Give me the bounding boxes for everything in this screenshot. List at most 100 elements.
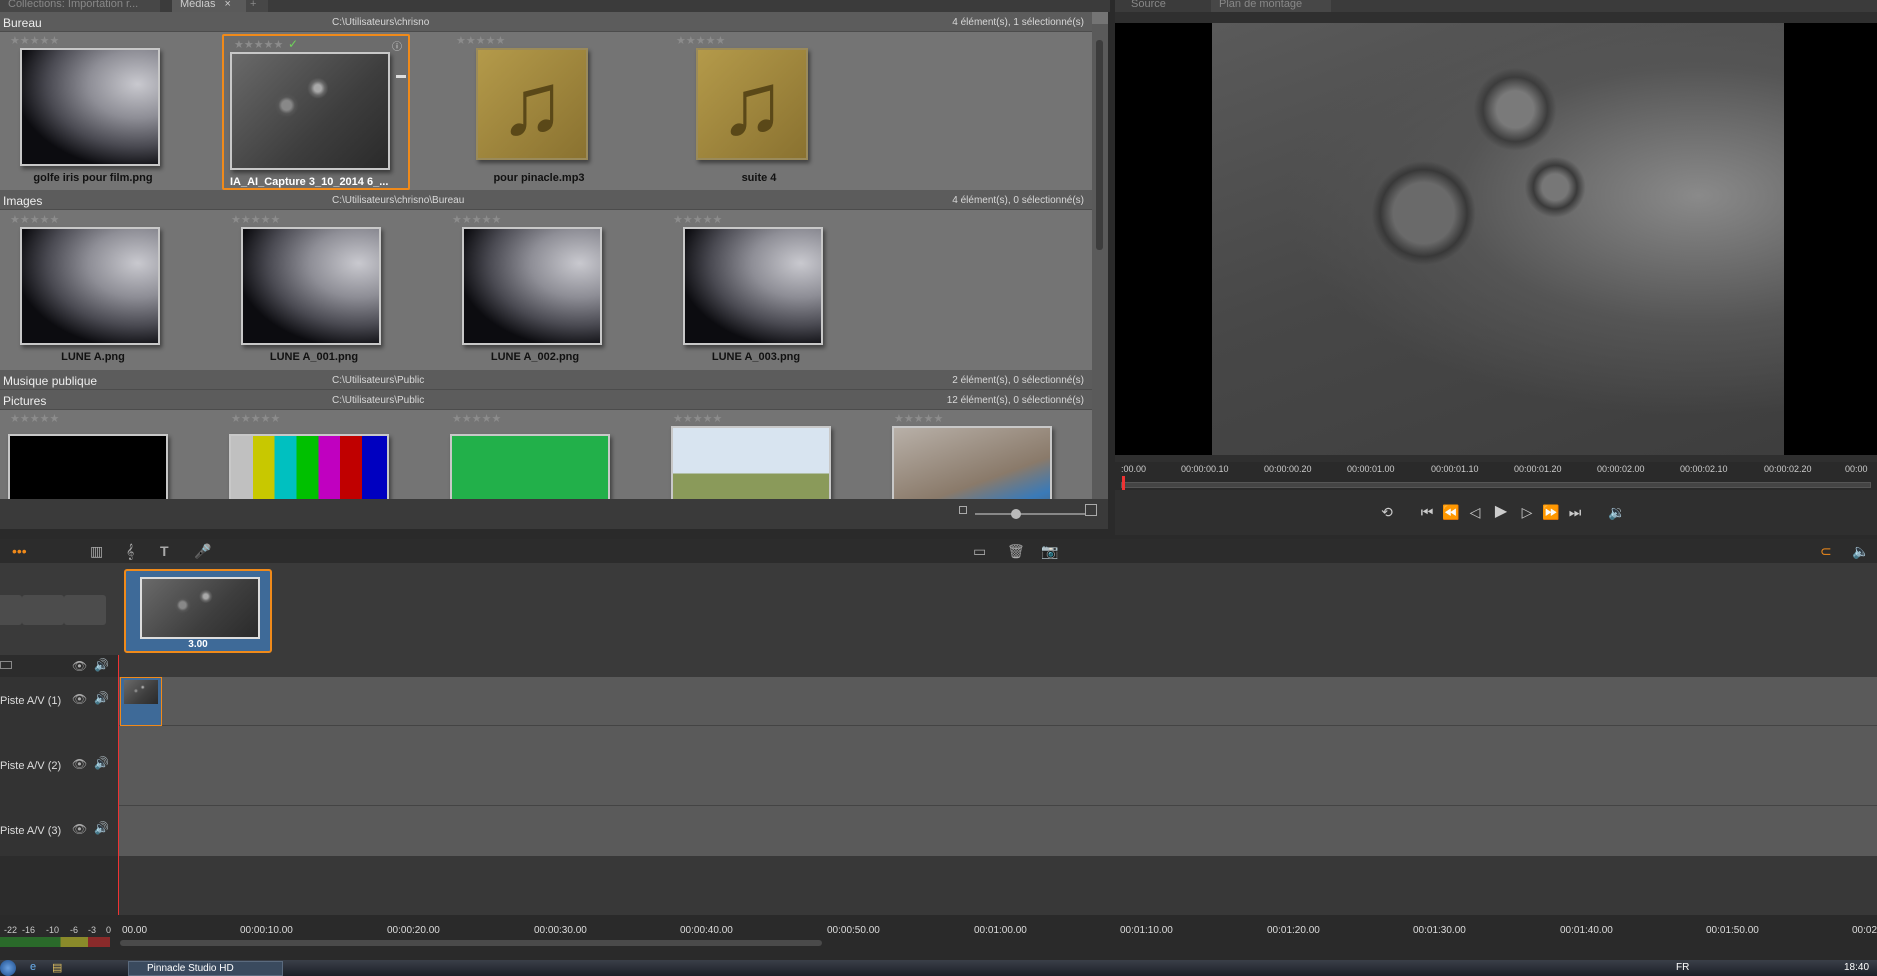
media-thumbnail bbox=[462, 227, 602, 345]
storyboard-clip[interactable]: 3.00 bbox=[124, 569, 272, 653]
track-3[interactable] bbox=[118, 806, 1877, 856]
rating-stars[interactable]: ★★★★★ bbox=[673, 213, 722, 226]
thumbnail-zoom-slider[interactable] bbox=[975, 509, 1085, 519]
scorefitter-icon[interactable]: 𝄞 bbox=[126, 542, 134, 560]
section-header-pictures[interactable]: Pictures C:\Utilisateurs\Public 12 éléme… bbox=[0, 390, 1092, 410]
eye-icon[interactable]: 👁 bbox=[72, 757, 87, 771]
media-item[interactable]: ★★★★★ bbox=[221, 410, 407, 499]
rating-stars[interactable]: ★★★★★ bbox=[452, 412, 501, 425]
go-to-end-icon[interactable]: ⏭ bbox=[1563, 500, 1587, 524]
timeline-scrollbar[interactable] bbox=[120, 940, 822, 946]
ruler-label: 00:00:02.10 bbox=[1680, 464, 1728, 474]
track-list-icon[interactable] bbox=[0, 661, 12, 669]
slider-handle[interactable] bbox=[1011, 509, 1021, 519]
rating-stars[interactable]: ★★★★★ bbox=[894, 412, 943, 425]
info-icon[interactable]: ⓘ bbox=[392, 38, 402, 53]
step-forward-icon[interactable]: ▷ bbox=[1515, 500, 1539, 524]
media-item[interactable]: ★★★★★ ♫ pour pinacle.mp3 bbox=[446, 32, 632, 186]
section-header-bureau[interactable]: Bureau C:\Utilisateurs\chrisno 4 élément… bbox=[0, 12, 1092, 32]
media-label: suite 4 bbox=[741, 172, 777, 184]
go-to-start-icon[interactable]: ⏮ bbox=[1415, 500, 1439, 524]
eye-icon[interactable]: 👁 bbox=[72, 692, 87, 706]
rating-stars[interactable]: ★★★★★ bbox=[452, 213, 501, 226]
player-ruler[interactable]: :00.00 00:00:00.10 00:00:00.20 00:00:01.… bbox=[1115, 462, 1877, 490]
rating-stars[interactable]: ★★★★★ bbox=[456, 34, 505, 47]
rating-stars[interactable]: ★★★★★ bbox=[10, 34, 59, 47]
section-header-musique[interactable]: Musique publique C:\Utilisateurs\Public … bbox=[0, 370, 1092, 390]
tab-source[interactable]: Source bbox=[1123, 0, 1203, 12]
tab-plan-de-montage[interactable]: Plan de montage bbox=[1211, 0, 1331, 12]
playhead[interactable] bbox=[1122, 476, 1125, 490]
more-options-icon[interactable]: ••• bbox=[12, 542, 27, 560]
previous-icon[interactable]: ⏪ bbox=[1439, 500, 1463, 524]
volume-icon[interactable]: 🔉 bbox=[1605, 500, 1629, 524]
add-tab-button[interactable]: + bbox=[246, 0, 268, 12]
scrub-bar[interactable] bbox=[1121, 482, 1871, 488]
eye-icon[interactable]: 👁 bbox=[72, 822, 87, 836]
speaker-icon[interactable]: 🔊 bbox=[94, 691, 109, 705]
title-icon[interactable]: T bbox=[160, 542, 169, 560]
language-indicator[interactable]: FR bbox=[1676, 962, 1689, 973]
media-item[interactable]: ★★★★★ bbox=[0, 410, 186, 499]
media-item[interactable]: ★★★★★ bbox=[884, 410, 1070, 499]
step-back-icon[interactable]: ◁ bbox=[1463, 500, 1487, 524]
track-1[interactable] bbox=[118, 677, 1877, 726]
rating-stars[interactable]: ★★★★★ bbox=[234, 38, 283, 51]
storyboard: 3.00 bbox=[0, 563, 1877, 655]
snapshot-camera-icon[interactable]: 📷 bbox=[1041, 542, 1058, 560]
media-item[interactable]: ★★★★★ LUNE A.png bbox=[0, 211, 186, 365]
storyboard-view-icon[interactable]: ▭ bbox=[973, 542, 986, 560]
media-item-selected[interactable]: ★★★★★ ✓ ⓘ ▬ IA_AI_Capture 3_10_2014 6_..… bbox=[222, 34, 410, 190]
voiceover-mic-icon[interactable]: 🎤 bbox=[194, 542, 211, 560]
track-header-2[interactable]: Piste A/V (2) 👁 🔊 bbox=[0, 726, 118, 806]
speaker-icon[interactable]: 🔊 bbox=[94, 658, 109, 672]
speaker-icon[interactable]: 🔊 bbox=[94, 821, 109, 835]
rating-stars[interactable]: ★★★★★ bbox=[231, 213, 280, 226]
zoom-out-icon[interactable] bbox=[959, 506, 967, 514]
track-2[interactable] bbox=[118, 726, 1877, 806]
media-item[interactable]: ★★★★★ ♫ suite 4 bbox=[666, 32, 852, 186]
scrollbar-thumb[interactable] bbox=[1096, 40, 1103, 250]
next-icon[interactable]: ⏩ bbox=[1539, 500, 1563, 524]
tab-medias[interactable]: Médias × bbox=[172, 0, 252, 12]
rating-stars[interactable]: ★★★★★ bbox=[673, 412, 722, 425]
media-item[interactable]: ★★★★★ bbox=[442, 410, 628, 499]
track-name: Piste A/V (3) bbox=[0, 825, 62, 837]
rating-stars[interactable]: ★★★★★ bbox=[231, 412, 280, 425]
start-button[interactable] bbox=[0, 960, 16, 976]
zoom-in-icon[interactable] bbox=[1085, 504, 1097, 516]
rating-stars[interactable]: ★★★★★ bbox=[10, 412, 59, 425]
eye-icon[interactable]: 👁 bbox=[72, 659, 87, 673]
track-header-1[interactable]: Piste A/V (1) 👁 🔊 bbox=[0, 677, 118, 726]
trash-icon[interactable]: 🗑 bbox=[1007, 542, 1025, 560]
tab-collections[interactable]: Collections: Importation r... bbox=[0, 0, 160, 12]
track-header-3[interactable]: Piste A/V (3) 👁 🔊 bbox=[0, 806, 118, 856]
timeline-playhead[interactable] bbox=[118, 655, 119, 945]
loop-icon[interactable]: ⟲ bbox=[1375, 500, 1399, 524]
storyboard-slot[interactable] bbox=[0, 595, 22, 625]
ie-icon[interactable]: e bbox=[30, 961, 36, 973]
library-scrollbar[interactable] bbox=[1092, 24, 1108, 499]
section-header-images[interactable]: Images C:\Utilisateurs\chrisno\Bureau 4 … bbox=[0, 190, 1092, 210]
media-item[interactable]: ★★★★★ LUNE A_001.png bbox=[221, 211, 407, 365]
clock[interactable]: 18:40 bbox=[1844, 962, 1869, 973]
audio-scrub-icon[interactable]: 🔈 bbox=[1852, 542, 1869, 560]
rating-stars[interactable]: ★★★★★ bbox=[676, 34, 725, 47]
timeline-ruler[interactable]: -22 -16 -10 -6 -3 0 00.00 00:00:10.00 00… bbox=[0, 915, 1877, 960]
media-item[interactable]: ★★★★★ bbox=[663, 410, 849, 499]
play-icon[interactable]: ▶ bbox=[1489, 500, 1513, 524]
storyboard-slot[interactable] bbox=[22, 595, 64, 625]
storyboard-slot[interactable] bbox=[64, 595, 106, 625]
media-label: IA_AI_Capture 3_10_2014 6_... bbox=[230, 176, 389, 188]
rating-stars[interactable]: ★★★★★ bbox=[10, 213, 59, 226]
close-icon[interactable]: × bbox=[225, 0, 231, 10]
media-item[interactable]: ★★★★★ LUNE A_003.png bbox=[663, 211, 849, 365]
media-item[interactable]: ★★★★★ LUNE A_002.png bbox=[442, 211, 628, 365]
audio-mixer-icon[interactable]: ▥ bbox=[90, 542, 103, 560]
timeline-clip[interactable] bbox=[120, 677, 162, 726]
media-item[interactable]: ★★★★★ golfe iris pour film.png bbox=[0, 32, 186, 186]
magnet-icon[interactable]: ⊂ bbox=[1820, 542, 1832, 560]
taskbar-app-button[interactable]: Pinnacle Studio HD bbox=[128, 961, 283, 976]
folder-icon[interactable]: ▤ bbox=[52, 961, 62, 974]
speaker-icon[interactable]: 🔊 bbox=[94, 756, 109, 770]
